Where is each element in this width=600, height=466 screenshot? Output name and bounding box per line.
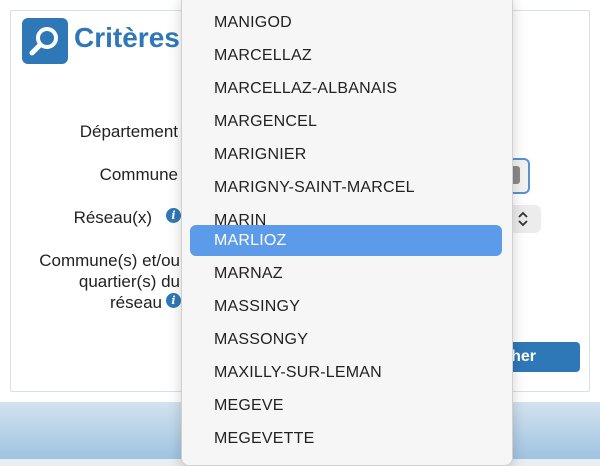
info-icon[interactable]: i — [166, 208, 181, 223]
communes-label-line2: quartier(s) du — [78, 272, 180, 291]
dropdown-option[interactable]: MARCELLAZ — [190, 40, 502, 71]
info-icon[interactable]: i — [166, 293, 181, 308]
dropdown-option[interactable]: MANIGOD — [190, 7, 502, 38]
communes-label-line3: réseau — [110, 293, 162, 312]
dropdown-option[interactable]: MARIGNIER — [190, 139, 502, 170]
communes-label-line1: Commune(s) et/ou — [39, 251, 180, 270]
dropdown-option[interactable]: MASSINGY — [190, 291, 502, 322]
commune-dropdown-list[interactable]: MANIGOD MARCELLAZ MARCELLAZ-ALBANAIS MAR… — [181, 0, 513, 466]
dropdown-option[interactable]: MARCELLAZ-ALBANAIS — [190, 73, 502, 104]
dropdown-option[interactable]: MARGENCEL — [190, 106, 502, 137]
dropdown-option[interactable]: MARNAZ — [190, 258, 502, 289]
dropdown-option[interactable]: MEGEVETTE — [190, 423, 502, 454]
reseau-label: Réseau(x) — [73, 208, 152, 227]
dropdown-option[interactable]: MEGEVE — [190, 390, 502, 421]
departement-label: Département — [79, 122, 178, 141]
commune-label: Commune — [99, 165, 178, 184]
magnifier-icon — [22, 18, 68, 64]
dropdown-option[interactable]: MASSONGY — [190, 324, 502, 355]
dropdown-option-selected[interactable]: MARLIOZ — [190, 225, 502, 256]
chevron-up-down-icon — [518, 211, 528, 227]
dropdown-option[interactable]: MAXILLY-SUR-LEMAN — [190, 357, 502, 388]
dropdown-option[interactable]: MARIGNY-SAINT-MARCEL — [190, 172, 502, 203]
